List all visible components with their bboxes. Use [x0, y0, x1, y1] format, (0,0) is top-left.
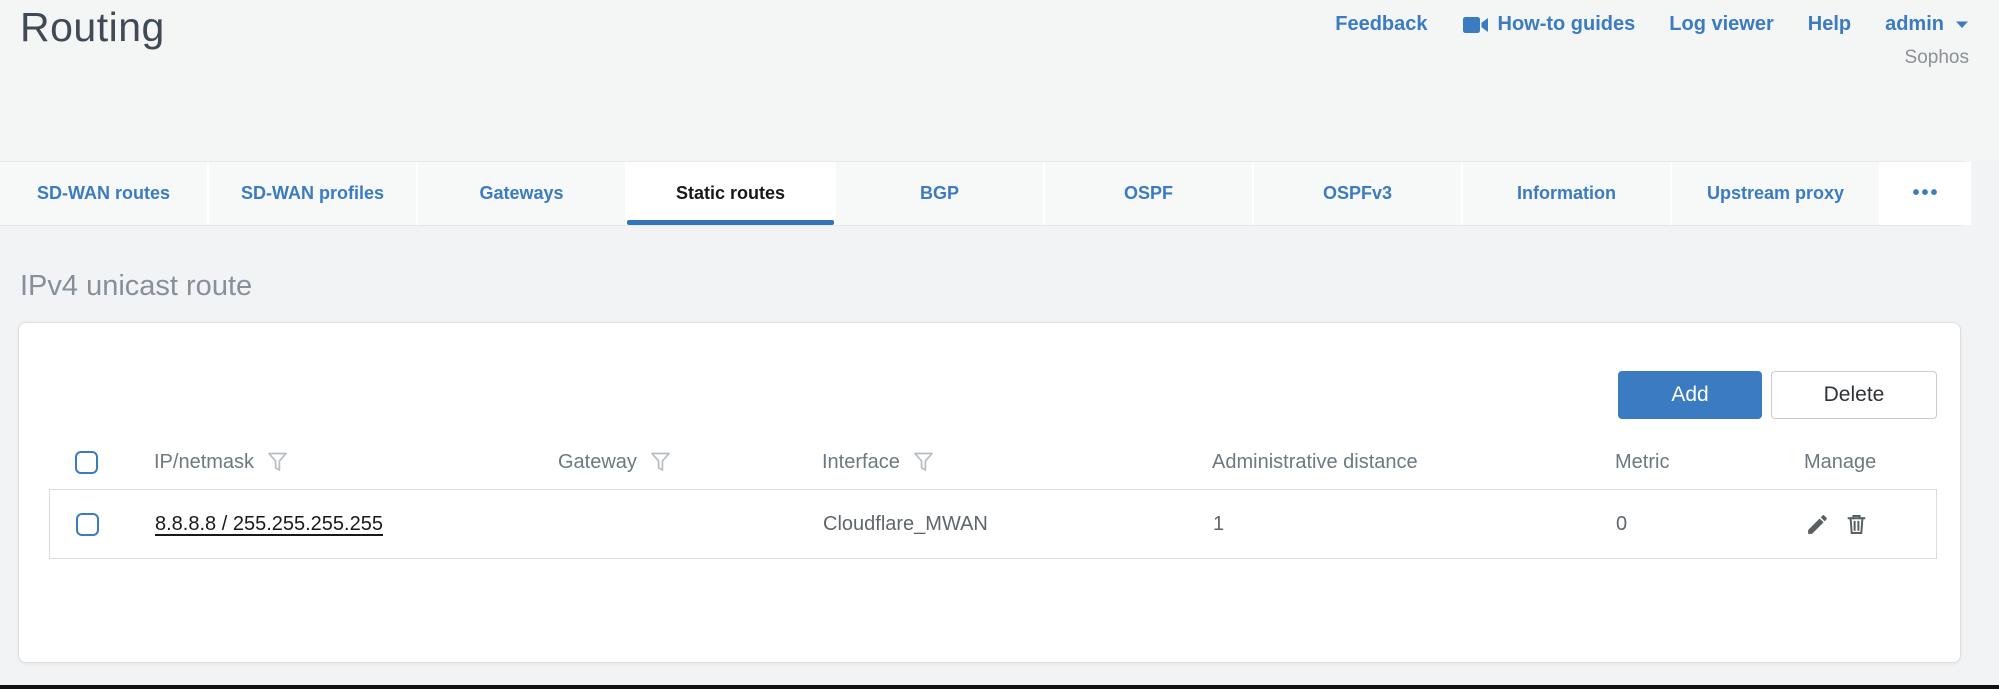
- column-header-admin-distance: Administrative distance: [1212, 451, 1615, 474]
- header-checkbox-cell: [49, 451, 154, 474]
- page-title: Routing: [20, 4, 165, 51]
- tab-bgp[interactable]: BGP: [836, 162, 1043, 225]
- tab-information[interactable]: Information: [1463, 162, 1670, 225]
- table-header-row: IP/netmask Gateway Interface: [49, 435, 1937, 489]
- filter-funnel-icon[interactable]: [267, 451, 288, 473]
- column-header-manage: Manage: [1778, 451, 1937, 474]
- add-button[interactable]: Add: [1618, 371, 1762, 419]
- feedback-link[interactable]: Feedback: [1335, 13, 1427, 36]
- route-link[interactable]: 8.8.8.8 / 255.255.255.255: [155, 513, 383, 535]
- help-link[interactable]: Help: [1808, 13, 1851, 36]
- select-all-checkbox[interactable]: [75, 451, 98, 474]
- delete-trash-icon[interactable]: [1844, 512, 1869, 537]
- table-row: 8.8.8.8 / 255.255.255.255 Cloudflare_MWA…: [49, 489, 1937, 559]
- column-header-interface: Interface: [822, 451, 1212, 474]
- top-navigation: Feedback How-to guides Log viewer Help a…: [1335, 13, 1969, 36]
- static-routes-card: Add Delete IP/netmask Gateway Interface: [18, 322, 1961, 663]
- filter-funnel-icon[interactable]: [913, 451, 934, 473]
- edit-pencil-icon[interactable]: [1805, 512, 1830, 537]
- screen-bottom-edge: [0, 685, 1999, 689]
- tab-sd-wan-profiles[interactable]: SD-WAN profiles: [209, 162, 416, 225]
- column-header-gateway: Gateway: [558, 451, 822, 474]
- log-viewer-link[interactable]: Log viewer: [1669, 13, 1773, 36]
- page-header: Routing Feedback How-to guides Log viewe…: [0, 0, 1999, 161]
- tab-sd-wan-routes[interactable]: SD-WAN routes: [0, 162, 207, 225]
- row-ip-netmask-cell: 8.8.8.8 / 255.255.255.255: [155, 513, 559, 536]
- howto-guides-link[interactable]: How-to guides: [1462, 13, 1636, 36]
- section-heading: IPv4 unicast route: [20, 270, 252, 303]
- table-toolbar: Add Delete: [49, 371, 1937, 419]
- row-admin-distance-cell: 1: [1213, 513, 1616, 536]
- tab-ospf[interactable]: OSPF: [1045, 162, 1252, 225]
- tab-upstream-proxy[interactable]: Upstream proxy: [1672, 162, 1879, 225]
- chevron-down-icon: [1953, 20, 1969, 29]
- tab-overflow-ellipsis[interactable]: •••: [1881, 162, 1971, 225]
- column-header-ip-netmask: IP/netmask: [154, 451, 558, 474]
- tab-gateways[interactable]: Gateways: [418, 162, 625, 225]
- filter-funnel-icon[interactable]: [650, 451, 671, 473]
- column-header-metric: Metric: [1615, 451, 1778, 474]
- row-checkbox[interactable]: [76, 513, 99, 536]
- tab-ospfv3[interactable]: OSPFv3: [1254, 162, 1461, 225]
- brand-label: Sophos: [1905, 47, 1969, 69]
- routing-tabbar: SD-WAN routes SD-WAN profiles Gateways S…: [0, 161, 1963, 226]
- delete-button[interactable]: Delete: [1771, 371, 1937, 419]
- row-checkbox-cell: [50, 513, 155, 536]
- row-metric-cell: 0: [1616, 513, 1779, 536]
- user-menu[interactable]: admin: [1885, 13, 1969, 36]
- video-camera-icon: [1462, 15, 1489, 35]
- tab-static-routes[interactable]: Static routes: [627, 162, 834, 225]
- row-interface-cell: Cloudflare_MWAN: [823, 513, 1213, 536]
- row-manage-cell: [1779, 512, 1936, 537]
